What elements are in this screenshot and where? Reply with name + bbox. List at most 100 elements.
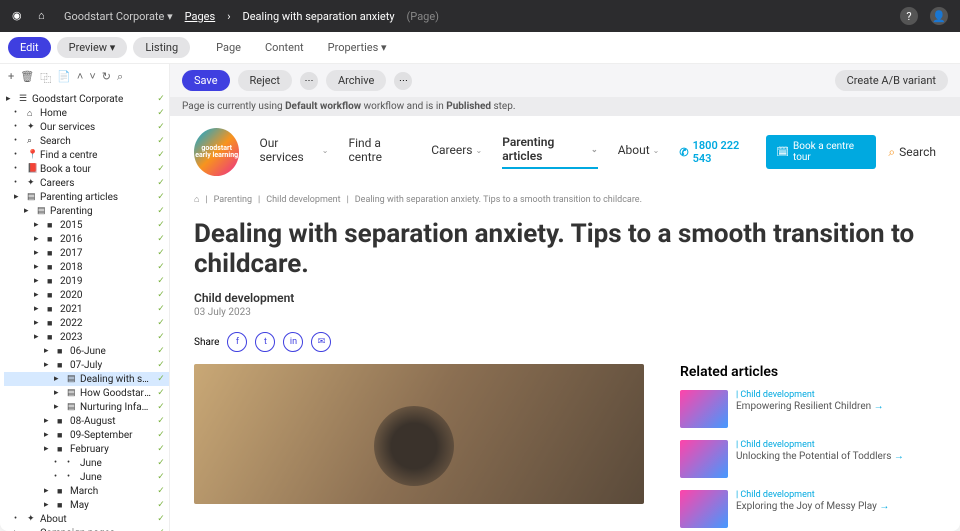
expand-icon[interactable]: ▸: [44, 430, 54, 440]
bc-parenting[interactable]: Parenting: [214, 195, 252, 205]
expand-icon[interactable]: ▸: [24, 206, 34, 216]
linkedin-icon[interactable]: in: [283, 332, 303, 352]
tree-node[interactable]: ▸■February✓: [4, 442, 169, 456]
refresh-icon[interactable]: ↻: [102, 70, 111, 86]
tree-node[interactable]: ▸■2018✓: [4, 260, 169, 274]
search-tree-icon[interactable]: ⌕: [117, 70, 123, 86]
expand-icon[interactable]: ▸: [14, 192, 24, 202]
tree-node[interactable]: ▸■2017✓: [4, 246, 169, 260]
archive-button[interactable]: Archive: [326, 70, 386, 91]
nav-careers[interactable]: Careers⌄: [431, 135, 482, 169]
expand-icon[interactable]: ▸: [34, 234, 44, 244]
twitter-icon[interactable]: t: [255, 332, 275, 352]
tree-node[interactable]: ▸■2021✓: [4, 302, 169, 316]
site-logo[interactable]: goodstart early learning: [194, 128, 239, 176]
expand-icon[interactable]: •: [14, 136, 24, 146]
preview-tab[interactable]: Preview ▾: [57, 37, 128, 58]
tree-node[interactable]: ▸■2015✓: [4, 218, 169, 232]
home-bc-icon[interactable]: ⌂: [194, 194, 199, 205]
expand-icon[interactable]: ▸: [44, 346, 54, 356]
tree-node[interactable]: ▸▤Parenting articles✓: [4, 190, 169, 204]
expand-icon[interactable]: ▸: [54, 402, 64, 412]
breadcrumb-pages[interactable]: Pages: [185, 10, 216, 23]
email-icon[interactable]: ✉: [311, 332, 331, 352]
copy-icon[interactable]: ⿻: [40, 70, 51, 86]
save-button[interactable]: Save: [182, 70, 230, 91]
tree-node[interactable]: ▸■2023✓: [4, 330, 169, 344]
nav-find[interactable]: Find a centre: [348, 135, 411, 169]
expand-icon[interactable]: ▸: [44, 444, 54, 454]
nav-services[interactable]: Our services⌄: [259, 135, 328, 169]
expand-icon[interactable]: ▸: [54, 388, 64, 398]
tree-node[interactable]: ▸■May✓: [4, 498, 169, 512]
tree-node[interactable]: ▸■06-June✓: [4, 344, 169, 358]
archive-more-icon[interactable]: ⋯: [394, 72, 412, 90]
tree-node[interactable]: ▸▤Nurturing Infants' Le✓: [4, 400, 169, 414]
user-avatar-icon[interactable]: 👤: [930, 7, 948, 25]
tree-node[interactable]: ▸■08-August✓: [4, 414, 169, 428]
reject-more-icon[interactable]: ⋯: [300, 72, 318, 90]
tree-node[interactable]: ▸■2022✓: [4, 316, 169, 330]
tree-node[interactable]: ▸■2016✓: [4, 232, 169, 246]
globe-icon[interactable]: ◉: [12, 9, 26, 23]
tree-node[interactable]: •✦Our services✓: [4, 120, 169, 134]
expand-icon[interactable]: ▸: [34, 318, 44, 328]
expand-icon[interactable]: ▸: [34, 262, 44, 272]
tree-node[interactable]: ▸■Campaign pages✓: [4, 526, 169, 531]
expand-icon[interactable]: •: [14, 108, 24, 118]
expand-icon[interactable]: ▸: [34, 220, 44, 230]
tree-node[interactable]: ••June✓: [4, 456, 169, 470]
tree-node[interactable]: ▸■2020✓: [4, 288, 169, 302]
expand-icon[interactable]: •: [14, 150, 24, 160]
tree-node[interactable]: ▸▤Dealing with separa✓: [4, 372, 169, 386]
tree-root[interactable]: ▸☰Goodstart Corporate✓: [4, 92, 169, 106]
expand-icon[interactable]: ▸: [34, 276, 44, 286]
content-tab[interactable]: Content: [265, 41, 304, 54]
trash-icon[interactable]: 🗑: [20, 70, 34, 86]
facebook-icon[interactable]: f: [227, 332, 247, 352]
listing-tab[interactable]: Listing: [133, 37, 190, 58]
tree-node[interactable]: ••June✓: [4, 470, 169, 484]
paste-icon[interactable]: 📄: [57, 70, 71, 86]
expand-icon[interactable]: •: [14, 514, 24, 524]
tree-node[interactable]: •✦Careers✓: [4, 176, 169, 190]
expand-icon[interactable]: ▸: [34, 304, 44, 314]
expand-icon[interactable]: •: [14, 178, 24, 188]
related-item[interactable]: | Child developmentUnlocking the Potenti…: [680, 440, 936, 478]
related-item[interactable]: | Child developmentEmpowering Resilient …: [680, 390, 936, 428]
add-icon[interactable]: +: [8, 70, 14, 86]
tree-node[interactable]: ▸▤How Goodstart can✓: [4, 386, 169, 400]
related-item[interactable]: | Child developmentExploring the Joy of …: [680, 490, 936, 528]
book-tour-button[interactable]: 🗓Book a centre tour: [766, 135, 876, 169]
expand-icon[interactable]: •: [14, 164, 24, 174]
tree-node[interactable]: ▸■07-July✓: [4, 358, 169, 372]
expand-icon[interactable]: ▸: [34, 290, 44, 300]
tree-node[interactable]: •📍Find a centre✓: [4, 148, 169, 162]
tree-node[interactable]: ▸■09-September✓: [4, 428, 169, 442]
expand-icon[interactable]: ▸: [54, 374, 64, 384]
home-icon[interactable]: ⌂: [38, 9, 52, 23]
expand-icon[interactable]: ▸: [44, 486, 54, 496]
reject-button[interactable]: Reject: [238, 70, 292, 91]
expand-icon[interactable]: ▸: [44, 500, 54, 510]
expand-icon[interactable]: •: [14, 122, 24, 132]
expand-icon[interactable]: •: [54, 472, 64, 482]
edit-tab[interactable]: Edit: [8, 37, 51, 58]
properties-tab[interactable]: Properties ▾: [328, 41, 387, 54]
expand-icon[interactable]: ▸: [34, 248, 44, 258]
bc-category[interactable]: Child development: [266, 195, 340, 205]
tree-node[interactable]: ▸■2019✓: [4, 274, 169, 288]
expand-icon[interactable]: ▸: [44, 360, 54, 370]
down-icon[interactable]: ˅: [89, 70, 95, 86]
search-button[interactable]: ⌕Search: [888, 145, 936, 160]
expand-icon[interactable]: ▸: [44, 416, 54, 426]
tree-node[interactable]: •⌕Search✓: [4, 134, 169, 148]
nav-about[interactable]: About⌄: [618, 135, 660, 169]
help-icon[interactable]: ?: [900, 7, 918, 25]
page-tab[interactable]: Page: [216, 41, 241, 54]
tree-node[interactable]: ▸■March✓: [4, 484, 169, 498]
tree-node[interactable]: •✦About✓: [4, 512, 169, 526]
tree-node[interactable]: •⌂Home✓: [4, 106, 169, 120]
up-icon[interactable]: ˄: [77, 70, 83, 86]
tree-node[interactable]: ▸▤Parenting✓: [4, 204, 169, 218]
